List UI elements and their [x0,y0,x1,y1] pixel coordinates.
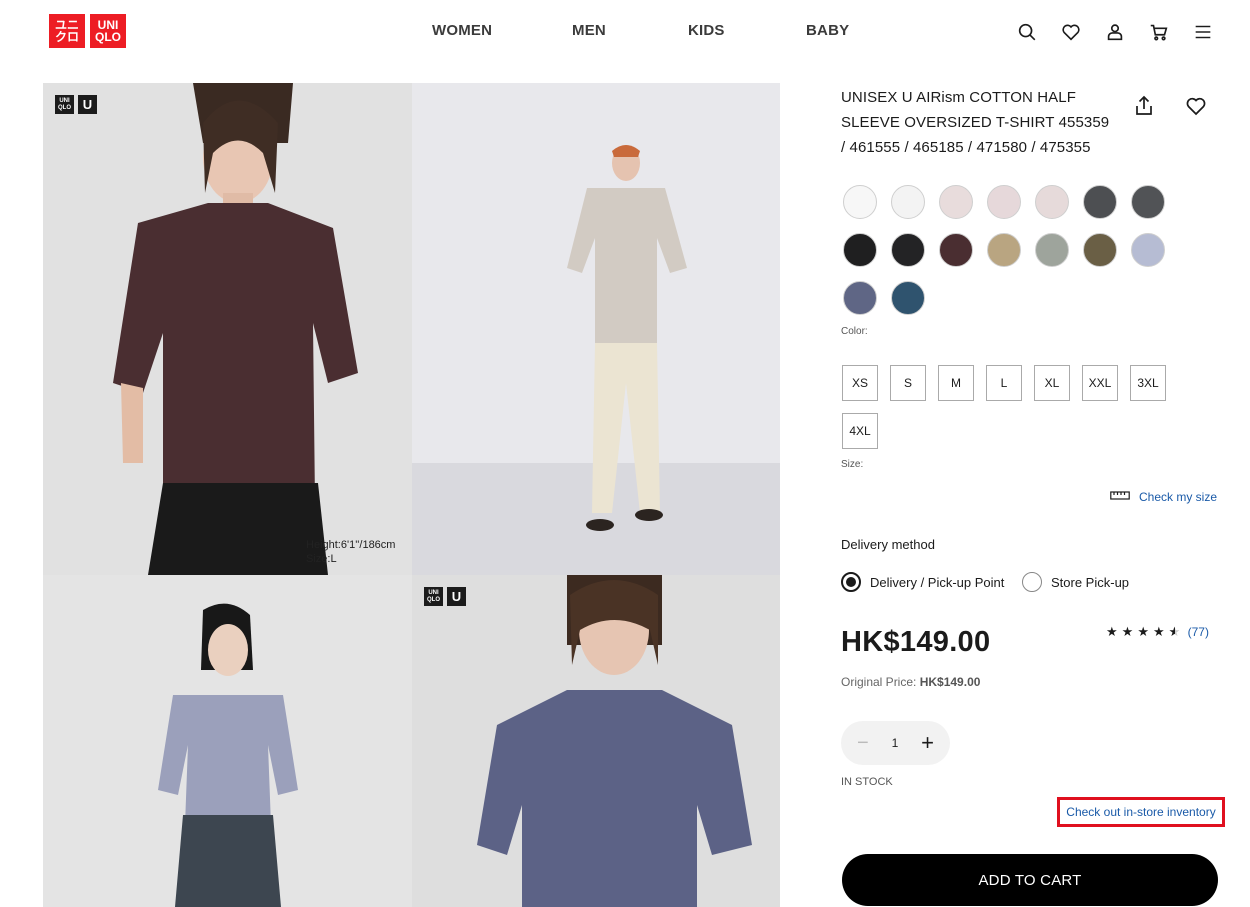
model-illustration [412,575,780,907]
brand-badge: UNI QLO U [55,95,97,114]
logo-text: QLO [95,30,121,44]
nav-women[interactable]: WOMEN [432,22,492,39]
half-star-icon: ★ ★ [1168,624,1181,639]
color-swatch[interactable] [843,281,877,315]
original-price: Original Price: HK$149.00 [841,675,980,689]
color-swatch[interactable] [987,233,1021,267]
stock-status: IN STOCK [841,776,893,788]
star-icon: ★ [1152,624,1165,639]
logo-katakana: ユニ クロ [49,14,85,48]
delivery-title: Delivery method [841,537,935,552]
model-illustration [412,83,780,575]
ruler-icon [1110,490,1130,504]
badge-text: QLO [427,596,440,604]
color-swatch[interactable] [1083,185,1117,219]
nav-men[interactable]: MEN [572,22,606,39]
nav-kids[interactable]: KIDS [688,22,725,39]
uniqlo-logo[interactable]: ユニ クロ UNI QLO [49,14,126,48]
radio-unselected[interactable] [1022,572,1042,592]
product-title: UNISEX U AIRism COTTON HALF SLEEVE OVERS… [841,89,1110,156]
color-swatch[interactable] [1083,233,1117,267]
quantity-value[interactable]: 1 [892,736,899,750]
star-icon: ★ [1121,624,1134,639]
u-badge: U [447,587,466,606]
color-swatch[interactable] [891,281,925,315]
brand-badge: UNI QLO U [424,587,466,606]
color-swatch[interactable] [1035,233,1069,267]
product-photo-2[interactable] [412,83,780,575]
size-option[interactable]: M [938,365,974,401]
user-icon[interactable] [1103,20,1127,44]
uniqlo-badge: UNI QLO [55,95,74,114]
size-option[interactable]: XL [1034,365,1070,401]
radio-selected[interactable] [841,572,861,592]
star-icon: ★ [1106,624,1118,639]
model-size: Size:L [306,553,337,565]
uniqlo-badge: UNI QLO [424,587,443,606]
model-illustration [43,83,412,575]
size-option[interactable]: S [890,365,926,401]
color-label: Color: [841,326,868,337]
color-swatch[interactable] [891,233,925,267]
color-swatch[interactable] [939,233,973,267]
check-size-label: Check my size [1139,490,1218,504]
logo-text: クロ [54,30,79,44]
u-badge: U [78,95,97,114]
menu-icon[interactable] [1191,20,1215,44]
size-option[interactable]: XXL [1082,365,1118,401]
star-icon: ★ [1137,624,1149,639]
heart-icon[interactable] [1059,20,1083,44]
badge-text: UNI [428,589,439,597]
product-photo-3[interactable] [43,575,412,907]
quantity-stepper: − 1 + [841,721,950,765]
review-count[interactable]: (77) [1188,625,1209,639]
delivery-option-store[interactable]: Store Pick-up [1022,572,1129,592]
rating[interactable]: ★ ★ ★ ★ ★ ★ (77) [1106,624,1209,640]
model-info: Height:6'1''/186cm Size:L [306,538,395,566]
delivery-option-delivery[interactable]: Delivery / Pick-up Point [841,572,1004,592]
inventory-link-label: Check out in-store inventory [1066,805,1216,819]
model-height: Height:6'1''/186cm [306,539,396,551]
search-icon[interactable] [1015,20,1039,44]
color-swatch[interactable] [891,185,925,219]
color-swatch[interactable] [843,233,877,267]
favorite-icon[interactable] [1184,94,1208,118]
product-photo-4[interactable]: UNI QLO U [412,575,780,907]
share-icon[interactable] [1132,94,1156,118]
delivery-option-label: Delivery / Pick-up Point [870,574,1005,590]
nav-baby[interactable]: BABY [806,22,849,39]
size-option[interactable]: L [986,365,1022,401]
size-option[interactable]: 4XL [842,413,878,449]
size-label: Size: [841,459,864,470]
original-price-value: HK$149.00 [919,675,981,689]
product-photo-1[interactable]: UNI QLO U Height:6'1''/186cm Size:L [43,83,412,575]
in-store-inventory-link[interactable]: Check out in-store inventory [1057,797,1225,827]
cart-icon[interactable] [1147,20,1171,44]
price: HK$149.00 [841,626,991,658]
add-to-cart-button[interactable]: ADD TO CART [842,854,1218,906]
delivery-option-label: Store Pick-up [1051,574,1130,590]
color-swatch[interactable] [939,185,973,219]
plus-icon[interactable]: + [921,730,934,756]
size-option[interactable]: 3XL [1130,365,1166,401]
size-option[interactable]: XS [842,365,878,401]
badge-text: UNI [59,97,70,105]
color-swatch[interactable] [843,185,877,219]
logo-latin: UNI QLO [90,14,126,48]
product-gallery: UNI QLO U Height:6'1''/186cm Size:L UNI … [43,83,780,907]
color-swatch[interactable] [987,185,1021,219]
site-header: ユニ クロ UNI QLO WOMEN MEN KIDS BABY [0,0,1250,66]
color-swatch[interactable] [1035,185,1069,219]
minus-icon[interactable]: − [857,732,869,755]
check-size-link[interactable]: Check my size [1110,490,1217,504]
color-swatch[interactable] [1131,185,1165,219]
badge-text: QLO [58,104,71,112]
color-swatch[interactable] [1131,233,1165,267]
model-illustration [43,575,412,907]
original-price-label: Original Price: [841,675,917,689]
